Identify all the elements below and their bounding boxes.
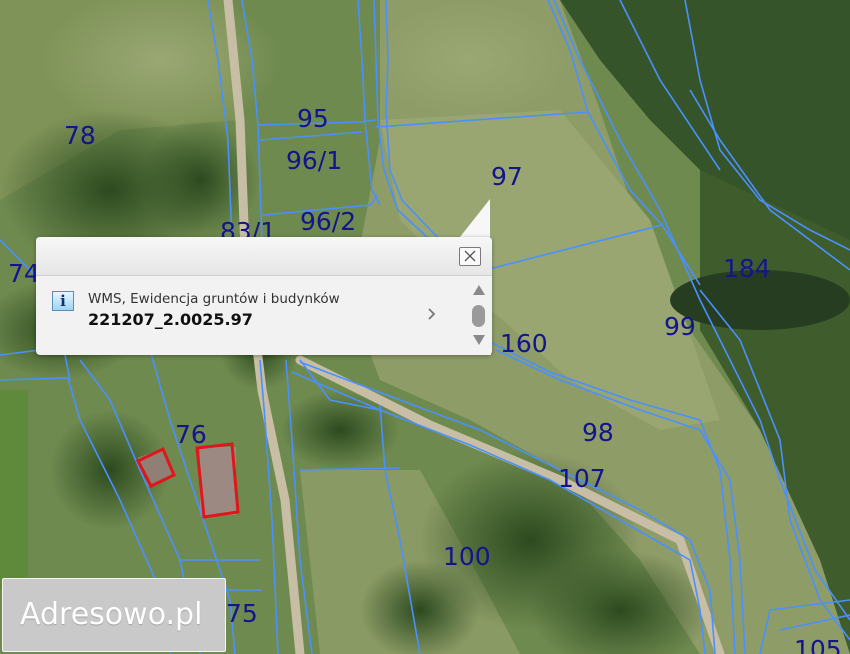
scroll-thumb[interactable] [472, 305, 485, 327]
parcel-label: 100 [443, 542, 491, 571]
layer-name: WMS, Ewidencja gruntów i budynków [88, 291, 340, 307]
scroll-down-arrow-icon[interactable] [472, 334, 486, 346]
parcel-label: 95 [297, 104, 329, 133]
parcel-label: 97 [491, 162, 523, 191]
parcel-id: 221207_2.0025.97 [88, 310, 253, 329]
parcel-label: 160 [500, 329, 548, 358]
parcel-label: 96/2 [300, 207, 356, 236]
close-icon [464, 250, 476, 262]
scroll-up-arrow-icon[interactable] [472, 284, 486, 296]
feature-info-popup: i WMS, Ewidencja gruntów i budynków 2212… [36, 199, 492, 355]
parcel-label: 184 [723, 254, 771, 283]
parcel-label: 107 [558, 464, 606, 493]
parcel-label: 98 [582, 418, 614, 447]
parcel-label: 96/1 [286, 146, 342, 175]
popup-header [36, 237, 492, 276]
info-icon: i [52, 291, 74, 311]
parcel-label: 105 [794, 635, 842, 654]
parcel-label: 76 [175, 420, 207, 449]
chevron-right-icon[interactable] [426, 306, 438, 322]
popup-scrollbar[interactable] [467, 279, 491, 355]
popup-pointer [460, 199, 490, 237]
parcel-label: 78 [64, 121, 96, 150]
parcel-label: 99 [664, 312, 696, 341]
close-button[interactable] [459, 247, 481, 266]
popup-body: i WMS, Ewidencja gruntów i budynków 2212… [36, 237, 492, 355]
brand-text: Adresowo.pl [20, 597, 203, 632]
parcel-label: 75 [226, 599, 258, 628]
brand-watermark: Adresowo.pl [2, 578, 226, 652]
